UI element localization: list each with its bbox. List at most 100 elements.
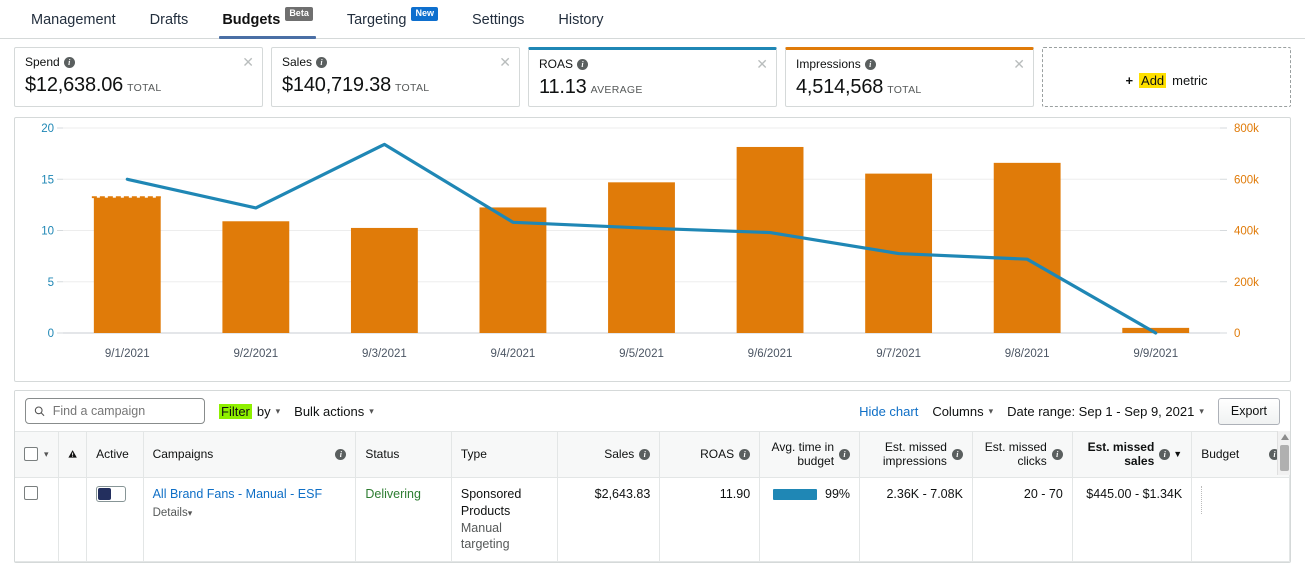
type-sub: Manual targeting — [460, 520, 510, 552]
chart-bar[interactable] — [350, 227, 418, 333]
table-header-label: ROAS — [700, 447, 735, 462]
table-row[interactable]: All Brand Fans - Manual - ESF Details▾ Del… — [15, 477, 1290, 563]
metric-card-sales[interactable]: Sales i $140,719.38 TOTAL ✕ — [271, 47, 520, 107]
info-icon[interactable]: i — [63, 56, 75, 68]
metric-card-title: Spend — [25, 55, 60, 69]
table-header-warning[interactable] — [58, 431, 88, 478]
metric-card-value: $12,638.06 — [25, 74, 124, 96]
scroll-up-arrow-icon[interactable] — [1281, 434, 1289, 440]
nav-tab-settings[interactable]: Settings — [455, 0, 541, 38]
metric-card-unit: TOTAL — [395, 82, 430, 94]
table-header-budget[interactable]: Budget i — [1191, 431, 1290, 478]
close-icon[interactable]: ✕ — [756, 57, 768, 71]
row-campaign-cell: All Brand Fans - Manual - ESF Details▾ — [143, 477, 357, 563]
filter-label: Filter — [219, 403, 252, 419]
search-input[interactable] — [50, 403, 196, 419]
date-range-dropdown[interactable]: Date range: Sep 1 - Sep 9, 2021 ▾ — [1007, 404, 1204, 419]
x-axis-tick-label: 9/3/2021 — [362, 348, 407, 360]
metric-card-value: 11.13 — [539, 76, 587, 98]
row-active-cell[interactable] — [86, 477, 144, 563]
left-axis-tick-label: 20 — [41, 123, 54, 135]
metric-card-impressions[interactable]: Impressions i 4,514,568 TOTAL ✕ — [785, 47, 1034, 107]
table-header-campaigns[interactable]: Campaigns i — [143, 431, 357, 478]
close-icon[interactable]: ✕ — [242, 55, 254, 69]
columns-dropdown[interactable]: Columns ▾ — [932, 404, 993, 419]
nav-tab-management[interactable]: Management — [14, 0, 133, 38]
search-box[interactable] — [25, 398, 205, 424]
table-header-type[interactable]: Type — [451, 431, 559, 478]
table-header-status[interactable]: Status — [355, 431, 452, 478]
nav-tab-label: Budgets — [222, 12, 281, 28]
row-avg-time-cell: 99% — [759, 477, 861, 563]
row-status-cell: Delivering — [355, 477, 452, 563]
info-icon[interactable]: i — [577, 58, 589, 70]
nav-tab-budgets[interactable]: Budgets Beta — [205, 0, 330, 39]
chart-bar[interactable] — [93, 197, 161, 333]
table-header-sales[interactable]: Sales i — [557, 431, 661, 478]
add-metric-highlight: Add — [1139, 73, 1167, 88]
chevron-down-icon: ▾ — [988, 405, 994, 416]
table-header-missed_impr[interactable]: Est. missed impressions i — [859, 431, 973, 478]
left-axis-tick-label: 15 — [41, 174, 54, 186]
info-icon[interactable]: i — [316, 56, 328, 68]
active-toggle[interactable] — [96, 485, 127, 502]
table-header-label: Campaigns — [152, 447, 214, 462]
metric-card-header: ROAS i — [539, 57, 766, 71]
nav-tab-badge-new: New — [411, 7, 438, 21]
chart-bar[interactable] — [736, 146, 804, 333]
row-budget-cell[interactable] — [1191, 477, 1290, 563]
nav-tab-drafts[interactable]: Drafts — [133, 0, 206, 38]
close-icon[interactable]: ✕ — [1013, 57, 1025, 71]
metric-cards-row: Spend i $12,638.06 TOTAL ✕ Sales i $140,719.38 T… — [0, 39, 1305, 113]
info-icon[interactable]: i — [864, 58, 876, 70]
chart-bar[interactable] — [608, 182, 675, 333]
info-icon[interactable]: i — [739, 448, 751, 460]
info-icon[interactable]: i — [335, 448, 347, 460]
chart-bar[interactable] — [993, 162, 1061, 333]
metric-card-spend[interactable]: Spend i $12,638.06 TOTAL ✕ — [14, 47, 263, 107]
right-axis-tick-label: 0 — [1234, 328, 1240, 340]
scrollbar-thumb[interactable] — [1280, 445, 1289, 471]
info-icon[interactable]: i — [639, 448, 651, 460]
row-select-cell[interactable] — [15, 477, 59, 563]
table-header-label: Avg. time in budget — [771, 440, 835, 469]
close-icon[interactable]: ✕ — [499, 55, 511, 69]
chart-bar[interactable] — [479, 207, 547, 333]
chart-bar[interactable] — [222, 221, 290, 333]
chart-canvas: 0 5 10 15 20 0 200k 400k 600k 800k 9/1/2021 9/2/202… — [41, 123, 1259, 360]
nav-tab-history[interactable]: History — [541, 0, 620, 38]
table-header-roas[interactable]: ROAS i — [659, 431, 761, 478]
info-icon[interactable]: i — [1051, 448, 1063, 460]
x-axis-tick-label: 9/5/2021 — [619, 348, 664, 360]
add-metric-button[interactable]: + Add metric — [1042, 47, 1291, 107]
nav-tab-targeting[interactable]: Targeting New — [330, 0, 455, 38]
metric-card-value: 4,514,568 — [796, 76, 884, 98]
chevron-down-icon[interactable]: ▾ — [44, 449, 49, 460]
export-button[interactable]: Export — [1217, 397, 1280, 425]
table-header-missed_clicks[interactable]: Est. missed clicks i — [972, 431, 1073, 478]
nav-tab-label: Management — [31, 12, 116, 28]
table-header-select[interactable]: ▾ — [15, 431, 59, 478]
info-icon[interactable]: i — [951, 448, 963, 460]
campaigns-table: ▾ Active Campaigns i Status Type Sales i ROAS i Av… — [15, 431, 1290, 563]
details-dropdown[interactable]: Details▾ — [153, 506, 347, 522]
sort-descending-icon[interactable]: ▼ — [1173, 449, 1182, 460]
metric-card-header: Spend i — [25, 55, 252, 69]
table-header-label: Est. missed clicks — [984, 440, 1047, 469]
info-icon[interactable]: i — [839, 448, 851, 460]
bulk-actions-dropdown[interactable]: Bulk actions ▾ — [294, 404, 374, 419]
x-axis-tick-label: 9/7/2021 — [876, 348, 921, 360]
hide-chart-link[interactable]: Hide chart — [859, 404, 918, 419]
campaign-link[interactable]: All Brand Fans - Manual - ESF — [153, 486, 347, 503]
filter-by-dropdown[interactable]: Filter by ▾ — [219, 403, 280, 419]
row-checkbox[interactable] — [24, 485, 38, 500]
table-header-avg_time[interactable]: Avg. time in budget i — [759, 431, 861, 478]
table-header-missed_sales[interactable]: Est. missed sales i ▼ — [1072, 431, 1193, 478]
table-header-label: Budget — [1201, 447, 1240, 462]
vertical-scrollbar[interactable] — [1277, 431, 1290, 475]
chevron-down-icon: ▾ — [187, 507, 193, 518]
table-header-active[interactable]: Active — [86, 431, 144, 478]
metric-card-roas[interactable]: ROAS i 11.13 AVERAGE ✕ — [528, 47, 777, 107]
info-icon[interactable]: i — [1159, 448, 1171, 460]
select-all-checkbox[interactable] — [24, 447, 38, 462]
